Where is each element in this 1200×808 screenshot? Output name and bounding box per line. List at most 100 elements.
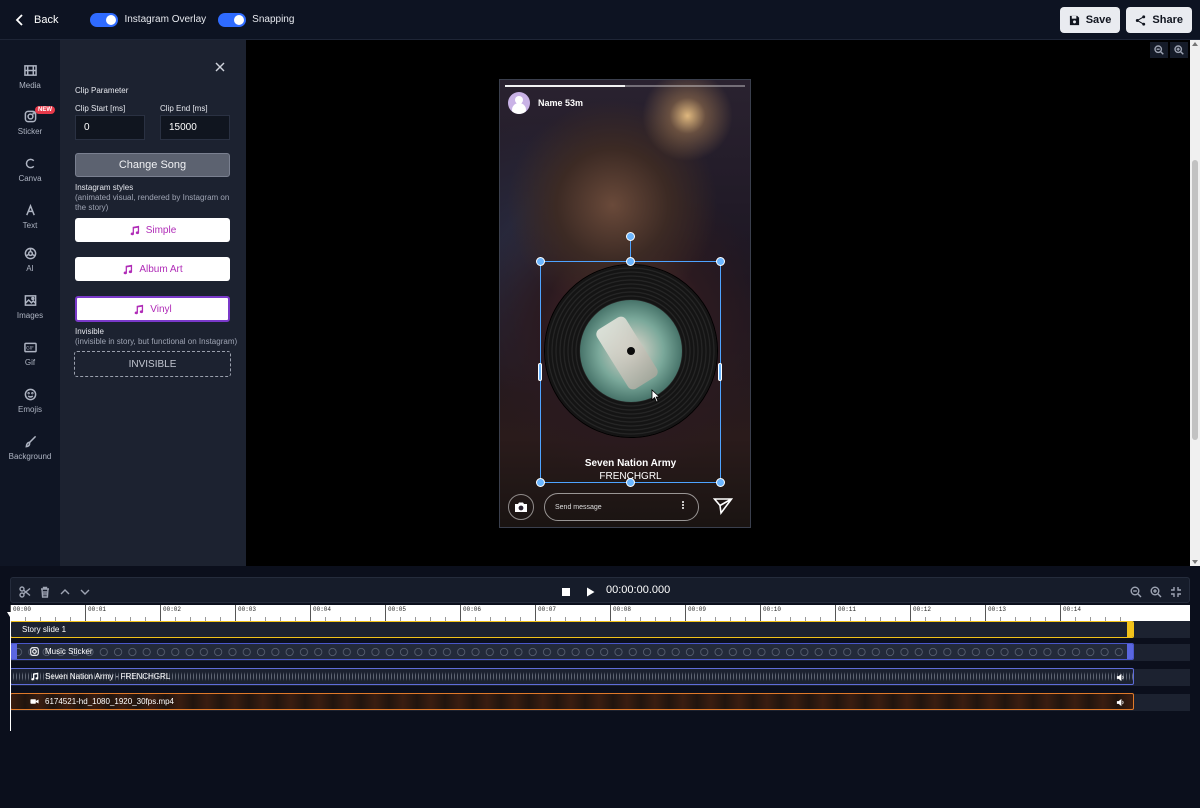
nav-label-sticker: Sticker [17, 127, 43, 136]
resize-handle-bottom[interactable] [626, 478, 635, 487]
audio-waveform [11, 669, 1133, 684]
zoom-in-icon [1150, 586, 1162, 598]
zoom-out-icon [1130, 586, 1142, 598]
trim-handle-right[interactable] [1127, 644, 1133, 659]
stop-button[interactable] [560, 585, 572, 597]
style-simple-button[interactable]: Simple [75, 218, 230, 242]
style-vinyl-button[interactable]: Vinyl [75, 296, 230, 322]
snapping-toggle[interactable] [218, 12, 247, 27]
ruler-tick: 00:02 [160, 605, 181, 621]
resize-handle-left[interactable] [538, 363, 542, 381]
invisible-button[interactable]: INVISIBLE [74, 351, 231, 377]
story-camera-button[interactable] [508, 494, 534, 520]
canvas-zoom-out-button[interactable] [1150, 42, 1168, 58]
timeline-time: 00:00:00.000 [606, 584, 671, 596]
ruler-tick-label: 00:08 [613, 606, 632, 613]
nav-item-images[interactable]: Images [0, 294, 60, 320]
nav-label-canva: Canva [18, 174, 42, 183]
resize-handle-right[interactable] [718, 363, 722, 381]
nav-item-text[interactable]: Text [0, 204, 60, 230]
ruler-tick: 00:12 [910, 605, 931, 621]
style-album-art-label: Album Art [139, 263, 183, 275]
scissors-icon [19, 586, 31, 598]
nav-item-emojis[interactable]: Emojis [0, 388, 60, 414]
close-panel-button[interactable] [214, 60, 226, 72]
ruler-tick: 00:06 [460, 605, 481, 621]
nav-label-media: Media [19, 81, 41, 90]
resize-handle-top-right[interactable] [716, 257, 725, 266]
clip-end-input[interactable] [160, 115, 230, 140]
resize-handle-top-left[interactable] [536, 257, 545, 266]
avatar [508, 92, 530, 114]
resize-handle-bottom-left[interactable] [536, 478, 545, 487]
clip-end-label: Clip End [ms] [160, 104, 208, 113]
svg-text:GIF: GIF [26, 346, 34, 352]
instagram-overlay-toggle[interactable] [90, 12, 119, 27]
trim-handle-left[interactable] [11, 644, 17, 659]
scroll-up-arrow[interactable] [1192, 42, 1198, 46]
story-message-input[interactable]: Send message [544, 493, 699, 521]
clip-panel: Clip Parameter Clip Start [ms] Clip End … [60, 40, 246, 566]
story-slide-track[interactable]: Story slide 1 [10, 621, 1134, 638]
save-button[interactable]: Save [1059, 7, 1121, 33]
timeline-zoom-in-button[interactable] [1150, 585, 1162, 598]
canvas-scrollbar[interactable] [1190, 40, 1200, 566]
stop-icon [562, 588, 570, 596]
fit-timeline-button[interactable] [1170, 585, 1182, 597]
video-camera-icon [30, 697, 39, 706]
instagram-styles-desc: (animated visual, rendered by Instagram … [75, 193, 230, 212]
nav-item-canva[interactable]: Canva [0, 157, 60, 183]
canvas-zoom-in-button[interactable] [1170, 42, 1188, 58]
trash-icon [41, 586, 49, 598]
cut-button[interactable] [19, 585, 31, 598]
resize-handle-top[interactable] [626, 257, 635, 266]
trim-handle-right[interactable] [1127, 622, 1133, 637]
video-track[interactable]: 6174521-hd_1080_1920_30fps.mp4 [10, 693, 1134, 710]
scrollbar-thumb[interactable] [1192, 160, 1198, 440]
timeline-ruler[interactable]: 00:00 00:01 00:02 00:03 00:04 00:05 00:06 00:07… [10, 605, 1190, 621]
timeline-zoom-out-button[interactable] [1130, 585, 1142, 598]
chevron-up-icon [60, 589, 70, 595]
music-note-icon [30, 672, 39, 681]
back-button[interactable]: Back [14, 14, 58, 26]
image-icon [24, 295, 36, 306]
clip-parameter-title: Clip Parameter [75, 86, 129, 95]
clip-start-input[interactable] [75, 115, 145, 140]
volume-icon[interactable] [1116, 673, 1125, 682]
ruler-tick-label: 00:06 [463, 606, 482, 613]
play-icon [587, 587, 595, 597]
rotate-handle[interactable] [626, 232, 635, 241]
change-song-button[interactable]: Change Song [75, 153, 230, 177]
more-options-icon[interactable] [681, 500, 685, 514]
nav-item-media[interactable]: Media [0, 64, 60, 90]
nav-label-images: Images [16, 311, 44, 320]
delete-button[interactable] [39, 585, 51, 598]
play-button[interactable] [584, 585, 596, 597]
playhead[interactable] [7, 612, 13, 731]
send-icon[interactable] [712, 497, 734, 516]
nav-item-gif[interactable]: GIF Gif [0, 341, 60, 367]
ruler-tick: 00:14 [1060, 605, 1081, 621]
selection-box[interactable] [540, 261, 721, 483]
nav-item-sticker[interactable]: NEW Sticker [0, 106, 60, 136]
nav-item-background[interactable]: Background [0, 435, 60, 461]
nav-label-ai: AI [26, 264, 34, 273]
back-label: Back [34, 13, 59, 26]
nav-item-ai[interactable]: AI [0, 247, 60, 273]
move-up-button[interactable] [59, 585, 71, 597]
ruler-tick: 00:07 [535, 605, 556, 621]
share-button[interactable]: Share [1126, 7, 1192, 33]
move-down-button[interactable] [79, 585, 91, 597]
ruler-tick-label: 00:04 [313, 606, 332, 613]
track-label: Seven Nation Army - FRENCHGRL [45, 672, 171, 681]
close-icon [215, 62, 225, 72]
instagram-icon [30, 647, 39, 656]
audio-track[interactable]: Seven Nation Army - FRENCHGRL [10, 668, 1134, 685]
emoji-icon [24, 388, 36, 401]
volume-icon[interactable] [1116, 698, 1125, 707]
resize-handle-bottom-right[interactable] [716, 478, 725, 487]
scroll-down-arrow[interactable] [1192, 560, 1198, 564]
music-sticker-track[interactable]: Music Sticker [10, 643, 1134, 660]
ruler-tick-label: 00:14 [1063, 606, 1082, 613]
style-album-art-button[interactable]: Album Art [75, 257, 230, 281]
